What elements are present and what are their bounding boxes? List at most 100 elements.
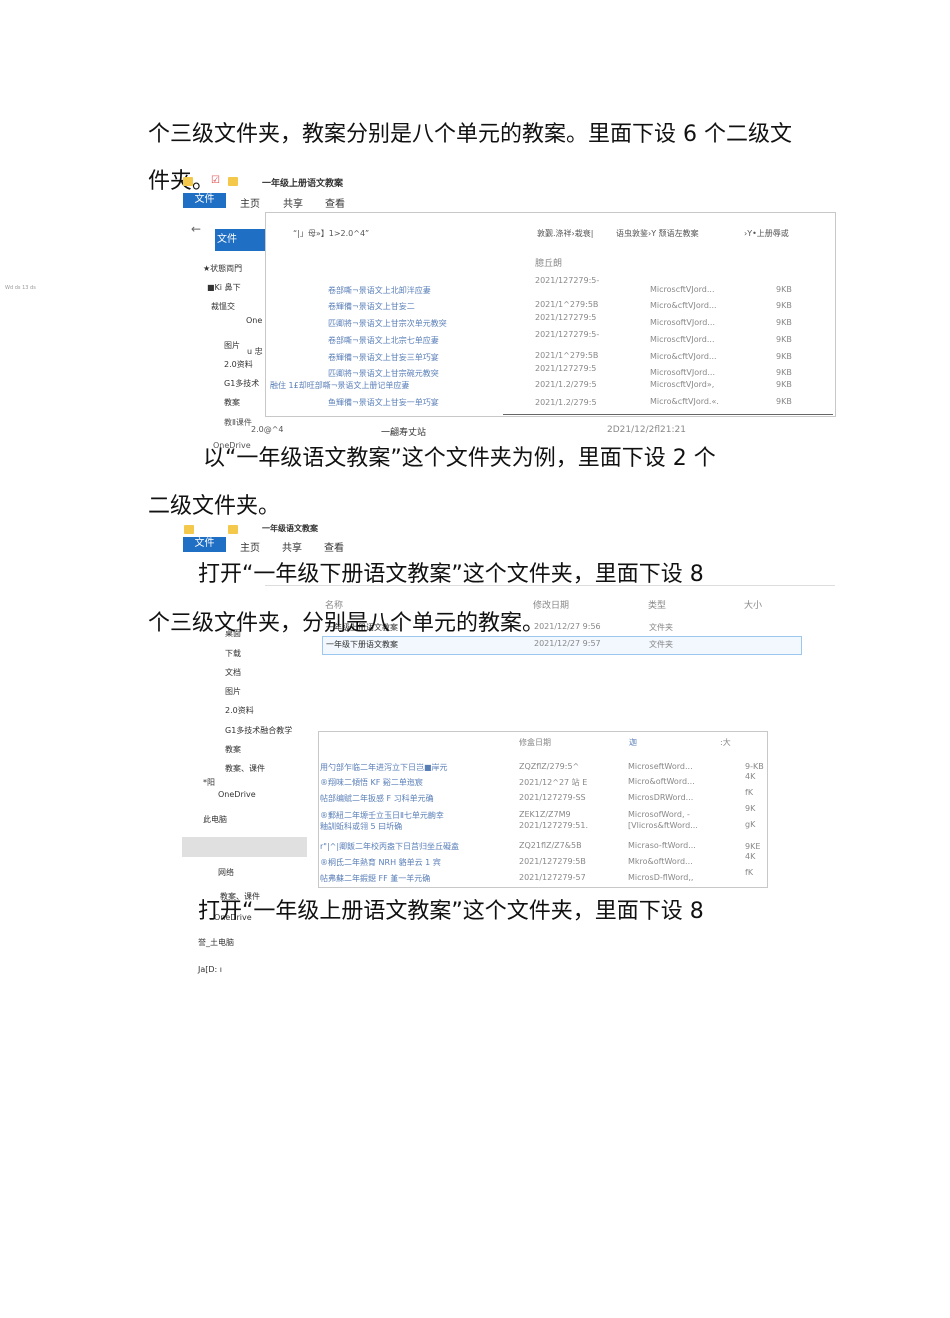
file-name[interactable]: 帖弗蘇二年鍜鐚 FF 堇一羊元确 — [320, 873, 430, 884]
file-size: 9KB — [776, 380, 792, 389]
nav-item[interactable]: 2.0资料 — [224, 359, 253, 370]
nav-item[interactable]: 裁慍交 — [211, 301, 235, 312]
nav-item[interactable]: ■Ki 鼻下 — [207, 282, 241, 293]
nav-item[interactable]: 教案 — [225, 744, 241, 755]
file-size: fK — [745, 788, 754, 797]
ribbon-tab-home[interactable]: 主页 — [240, 195, 260, 210]
nav-item[interactable]: 文档 — [225, 667, 241, 678]
file-type: MicroscftVJord... — [650, 285, 715, 294]
ribbon-tab-file[interactable]: 文件 — [183, 193, 226, 208]
file-date: 2021/127279:5- — [535, 276, 600, 285]
inner-header-date[interactable]: 修盒日期 — [519, 737, 551, 748]
ribbon-tab-share[interactable]: 共享 — [282, 539, 302, 554]
file-type: [Vlicros&ftWord... — [628, 821, 698, 830]
nav-item[interactable]: G1多技术 — [224, 378, 259, 389]
file-name[interactable]: 鱼輝備¬景语文上甘妄一单巧宴 — [328, 397, 439, 408]
nav-item[interactable]: 教案、课件 — [225, 763, 265, 774]
folder-row-name[interactable]: 一年级下册语文教案 — [326, 639, 398, 650]
column-header[interactable]: 臆丘朗 — [535, 256, 562, 269]
inner-header-type[interactable]: 迦 — [629, 737, 637, 748]
address-bar[interactable]: “|」母»】1>2.0^4” — [293, 228, 369, 239]
file-type: Micro&oftWord... — [628, 777, 695, 786]
file-date: 2021/1^279:5B — [535, 351, 599, 360]
document-page: 个三级文件夹，教案分别是八个单元的教案。里面下设 6 个二级文 件夹。 ☑ 一年… — [0, 0, 950, 1318]
file-name[interactable]: ®郵紐二年塬壬立玉日Ⅱ七单元齣幸 — [320, 810, 444, 821]
file-type: MicrosDRWord... — [628, 793, 694, 802]
file-name[interactable]: 匹卿將¬景语文上甘宗次单元教突 — [328, 318, 447, 329]
file-name[interactable]: ®桐氐二年熱育 NRH 貉单云 1 宾 — [320, 857, 441, 868]
column-header-type[interactable]: 类型 — [648, 598, 666, 611]
file-type: MicroscftVJord», — [650, 380, 715, 389]
paragraph-2-line-1: 以“一年级语文教案”这个文件夹为例，里面下设 2 个 — [203, 446, 716, 471]
file-size: fK — [745, 868, 754, 877]
file-date: ZEK1Z/Z7M9 — [519, 810, 571, 819]
ribbon-tab-view[interactable]: 查看 — [325, 195, 345, 210]
margin-note: Wd ds 13 ds — [5, 285, 36, 291]
file-name[interactable]: 釉訓蚯科或翎 5 曰圻确 — [320, 821, 402, 832]
file-type: MicrosoftVJord... — [650, 368, 715, 377]
file-type: MicrosofWord, - — [628, 810, 690, 819]
breadcrumb-3[interactable]: ›Y•上册辱或 — [744, 228, 789, 239]
file-name[interactable]: 匹卿將¬景语文上甘宗碗元教突 — [328, 368, 439, 379]
column-header-size[interactable]: 大小 — [744, 598, 762, 611]
file-date: 2021/12^27 站 E — [519, 778, 588, 787]
ribbon-tab-file[interactable]: 文件 — [183, 537, 226, 552]
nav-item[interactable]: *阳 — [203, 777, 215, 788]
file-name[interactable]: 帖部编赋二年扳感 F 习科单元确 — [320, 793, 434, 804]
nav-item[interactable]: 2.0资料 — [225, 705, 254, 716]
inner-header-size[interactable]: :大 — [720, 737, 731, 748]
bottom-left-text: 2.0@^4 — [251, 425, 284, 434]
file-name[interactable]: 卷部嘶¬景语文上北宗七单应妻 — [328, 335, 439, 346]
file-date: 2021/127279-57 — [519, 873, 586, 882]
nav-item[interactable]: Ja[D: ı — [198, 965, 222, 974]
file-date: 2021/127279:51. — [519, 821, 589, 830]
nav-item[interactable]: 下载 — [225, 648, 241, 659]
nav-item[interactable]: 图片 — [224, 340, 240, 351]
window-title: 一年级语文教案 — [262, 524, 318, 533]
file-name[interactable]: 卷輝備¬景语文上甘妄二 — [328, 301, 415, 312]
nav-item[interactable]: OneDrive — [218, 790, 256, 799]
nav-item[interactable]: 网络 — [218, 867, 234, 878]
file-type: MicrosoftVJord... — [650, 318, 715, 327]
paragraph-1-line-2: 件夹。 — [148, 169, 215, 194]
file-name[interactable]: r"|^|卿飯二年校丙盎下日莒归坐丘礙盍 — [320, 841, 459, 852]
paragraph-2-line-2: 二级文件夹。 — [148, 494, 281, 519]
file-date: ZQZflZ/279:5^ — [519, 762, 580, 771]
ribbon-tab-share[interactable]: 共享 — [283, 195, 303, 210]
file-size: 4K — [745, 772, 756, 781]
file-size: 9KB — [776, 285, 792, 294]
checklist-icon: ☑ — [211, 175, 220, 186]
nav-item[interactable]: G1多技术融合教学 — [225, 725, 292, 736]
file-date: ZQ21flZ/Z7&5B — [519, 841, 582, 850]
file-name[interactable]: 卷輝備¬景语文上甘妄三单巧宴 — [328, 352, 439, 363]
nav-item[interactable]: u 忠 — [247, 346, 263, 357]
bottom-mid-text: 一翩寿丈站 — [381, 428, 427, 438]
ribbon-tab-view[interactable]: 查看 — [324, 539, 344, 554]
nav-item[interactable]: 图片 — [225, 686, 241, 697]
nav-item-courseware[interactable]: 教Ⅱ课件 — [224, 417, 252, 428]
file-date: 2021/1.2/279:5 — [535, 398, 597, 407]
window-title: 一年级上册语文教案 — [262, 179, 344, 189]
back-arrow-icon[interactable]: ← — [191, 222, 201, 236]
file-date: 2021/127279:5- — [535, 330, 600, 339]
file-size: 4K — [745, 852, 756, 861]
file-name[interactable]: 卷部嘶¬景语文上北卸泮应妻 — [328, 285, 431, 296]
breadcrumb-1[interactable]: 敦觐.涤祥›栽衰| — [537, 228, 593, 239]
folder-row-type: 文件夹 — [649, 640, 673, 649]
folder-icon — [184, 525, 194, 534]
nav-item[interactable]: ★状態両門 — [203, 263, 242, 274]
paragraph-4-line-1: 打开“一年级上册语文教案”这个文件夹，里面下设 8 — [198, 899, 704, 924]
file-name[interactable]: ®翔味二傾悟 KF 谿二单迤宸 — [320, 777, 423, 788]
folder-row-type: 文件夹 — [649, 623, 673, 632]
file-name[interactable]: 融住 1£却旺部嘶¬景语文上册记单应妻 — [270, 380, 409, 391]
nav-item[interactable]: One — [246, 316, 262, 325]
file-date: 2021/127279:5 — [535, 313, 597, 322]
breadcrumb-2[interactable]: 语虫敦鉴›Y 颓语左教案 — [616, 228, 699, 239]
nav-item[interactable]: 誉_土电脑 — [198, 937, 234, 948]
file-name[interactable]: 用勺部乍临二年进泻立下日岂■岸元 — [320, 762, 448, 773]
file-date: 2021/127279-SS — [519, 793, 586, 802]
nav-item[interactable]: 此电脑 — [203, 814, 227, 825]
ribbon-tab-home[interactable]: 主页 — [240, 539, 260, 554]
nav-item[interactable]: 教案 — [224, 397, 240, 408]
paragraph-3-line-2: 个三级文件夹，分别是八个单元的教案。 — [148, 611, 545, 636]
